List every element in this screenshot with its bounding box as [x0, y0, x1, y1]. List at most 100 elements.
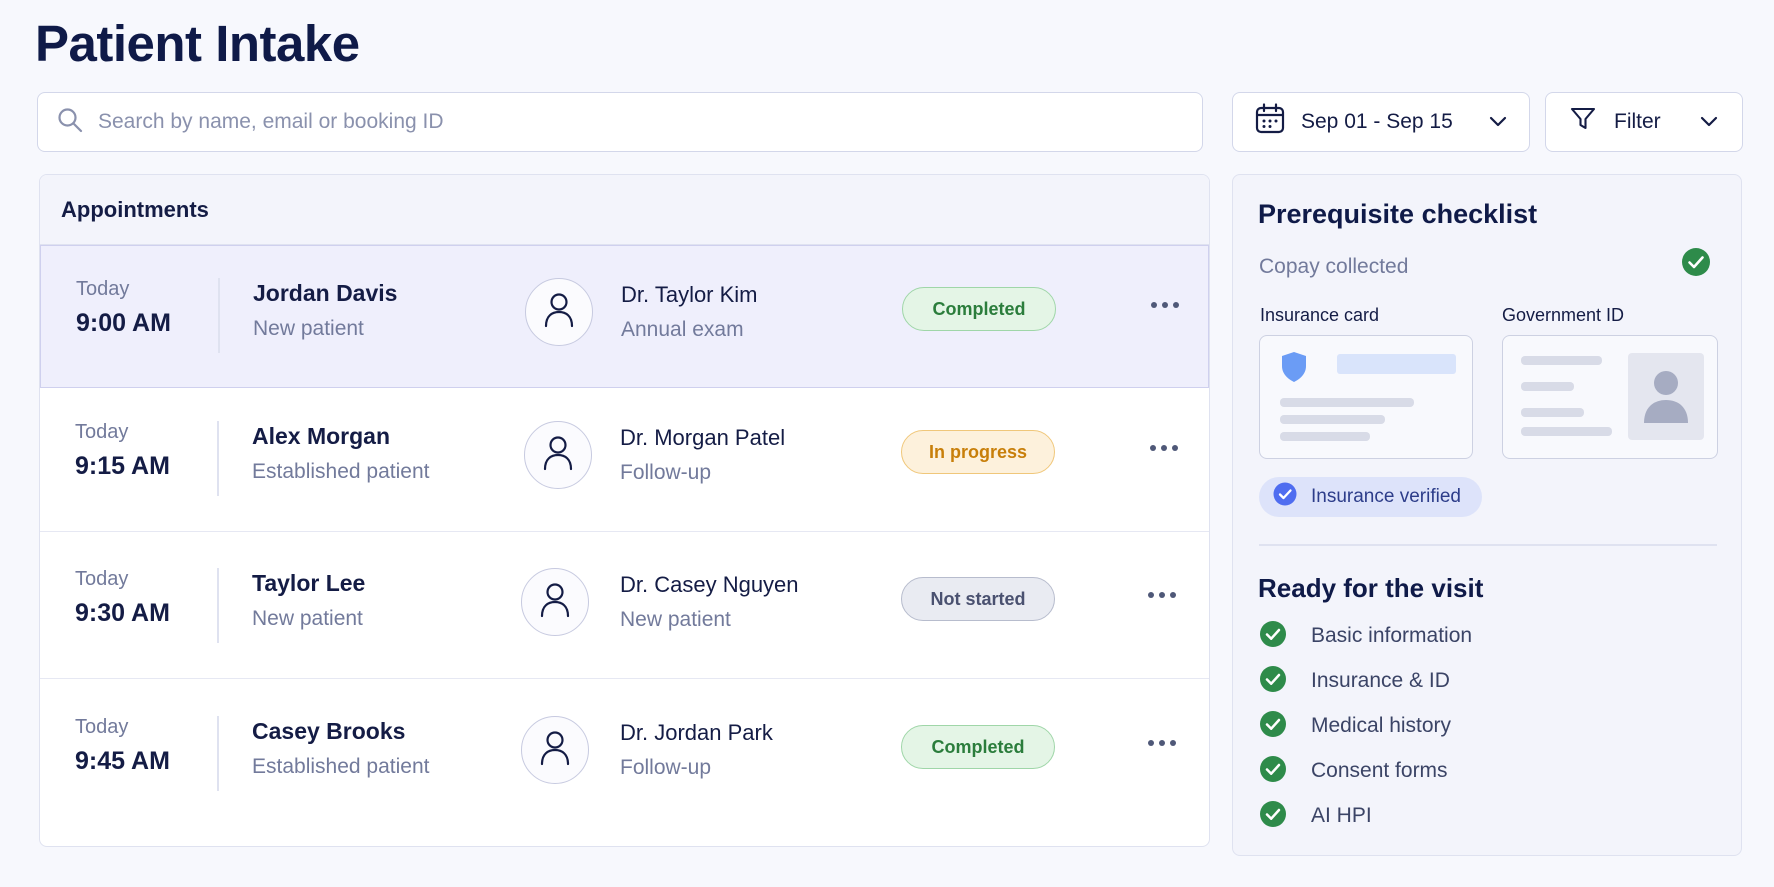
- patient-info: Alex Morgan Established patient: [252, 423, 429, 484]
- search-bar[interactable]: [37, 92, 1203, 152]
- appointment-day: Today: [75, 716, 129, 738]
- more-options-icon[interactable]: [1144, 439, 1184, 457]
- chevron-down-icon: [1489, 110, 1507, 134]
- more-options-icon[interactable]: [1142, 734, 1182, 752]
- status-badge: Completed: [901, 725, 1055, 769]
- appointment-time: Today 9:00 AM: [76, 278, 171, 338]
- check-circle-icon: [1259, 710, 1287, 743]
- patient-info: Casey Brooks Established patient: [252, 718, 429, 779]
- ready-item-label: AI HPI: [1311, 804, 1372, 827]
- search-input[interactable]: [98, 110, 1148, 134]
- prerequisite-checklist-panel: Prerequisite checklist Copay collected I…: [1232, 174, 1742, 856]
- row-divider: [217, 568, 219, 643]
- appointment-time: Today 9:15 AM: [75, 421, 170, 481]
- visit-type: Follow-up: [620, 461, 712, 484]
- ready-item: AI HPI: [1259, 800, 1372, 833]
- row-divider: [217, 716, 219, 791]
- doctor-name: Dr. Morgan Patel: [620, 425, 786, 450]
- patient-type: Established patient: [252, 755, 430, 778]
- appointments-table: Appointments Today 9:00 AM Jordan Davis New…: [39, 174, 1210, 847]
- visit-type: New patient: [620, 608, 731, 631]
- patient-name[interactable]: Casey Brooks: [252, 718, 429, 745]
- chevron-down-icon: [1700, 110, 1718, 134]
- person-icon: [538, 581, 572, 624]
- filter-icon: [1570, 106, 1596, 138]
- patient-type: Established patient: [252, 460, 430, 483]
- insurance-verified-badge: Insurance verified: [1259, 477, 1482, 517]
- government-id-image[interactable]: [1502, 335, 1718, 459]
- appointment-row[interactable]: Today 9:30 AM Taylor Lee New patient Dr. Cas…: [40, 536, 1209, 679]
- check-circle-icon: [1681, 247, 1711, 282]
- doctor-avatar: [521, 716, 589, 784]
- shield-icon: [1280, 351, 1308, 388]
- calendar-icon: [1255, 103, 1285, 141]
- patient-name[interactable]: Jordan Davis: [253, 280, 397, 307]
- doctor-info: Dr. Casey Nguyen New patient: [620, 572, 799, 632]
- doctor-avatar: [525, 278, 593, 346]
- doctor-name: Dr. Taylor Kim: [621, 282, 758, 307]
- ready-item: Consent forms: [1259, 755, 1448, 788]
- search-icon: [56, 106, 84, 139]
- person-icon: [542, 291, 576, 334]
- check-circle-icon: [1259, 755, 1287, 788]
- divider: [1259, 544, 1717, 546]
- patient-type: New patient: [253, 317, 364, 340]
- appointment-row[interactable]: Today 9:15 AM Alex Morgan Established patie…: [40, 389, 1209, 532]
- appointment-clock: 9:15 AM: [75, 452, 170, 480]
- appointment-time: Today 9:30 AM: [75, 568, 170, 628]
- checklist-title: Prerequisite checklist: [1258, 199, 1538, 229]
- visit-type: Follow-up: [620, 756, 712, 779]
- appointment-clock: 9:45 AM: [75, 747, 170, 775]
- ready-item: Basic information: [1259, 620, 1473, 653]
- status-badge: Not started: [901, 577, 1055, 621]
- appointment-clock: 9:00 AM: [76, 309, 171, 337]
- doctor-avatar: [524, 421, 592, 489]
- appointment-day: Today: [75, 568, 129, 590]
- patient-name[interactable]: Alex Morgan: [252, 423, 429, 450]
- check-circle-icon: [1259, 620, 1287, 653]
- ready-item: Insurance & ID: [1259, 665, 1450, 698]
- appointment-row[interactable]: Today 9:45 AM Casey Brooks Established pati…: [40, 684, 1209, 827]
- date-range-picker[interactable]: Sep 01 - Sep 15: [1232, 92, 1530, 152]
- row-divider: [218, 278, 220, 353]
- ready-item-label: Insurance & ID: [1311, 669, 1450, 692]
- row-divider: [217, 421, 219, 496]
- appointment-day: Today: [76, 278, 130, 300]
- insurance-verified-label: Insurance verified: [1311, 486, 1461, 507]
- id-photo-placeholder: [1628, 353, 1704, 440]
- filter-dropdown[interactable]: Filter: [1545, 92, 1743, 152]
- visit-type: Annual exam: [621, 318, 744, 341]
- ready-item-label: Basic information: [1311, 624, 1473, 647]
- appointments-heading: Appointments: [40, 175, 1209, 245]
- more-options-icon[interactable]: [1145, 296, 1185, 314]
- copay-label: Copay collected: [1259, 255, 1409, 278]
- appointment-time: Today 9:45 AM: [75, 716, 170, 776]
- doctor-avatar: [521, 568, 589, 636]
- doctor-name: Dr. Casey Nguyen: [620, 572, 799, 597]
- check-circle-icon: [1259, 665, 1287, 698]
- status-badge: In progress: [901, 430, 1055, 474]
- person-icon: [541, 434, 575, 477]
- more-options-icon[interactable]: [1142, 586, 1182, 604]
- patient-type: New patient: [252, 607, 363, 630]
- appointment-clock: 9:30 AM: [75, 599, 170, 627]
- doctor-info: Dr. Morgan Patel Follow-up: [620, 425, 785, 485]
- person-icon: [538, 729, 572, 772]
- patient-info: Jordan Davis New patient: [253, 280, 397, 341]
- appointment-row[interactable]: Today 9:00 AM Jordan Davis New patient Dr. T…: [40, 245, 1209, 388]
- status-badge: Completed: [902, 287, 1056, 331]
- appointment-day: Today: [75, 421, 129, 443]
- check-circle-icon: [1273, 482, 1297, 512]
- check-circle-icon: [1259, 800, 1287, 833]
- patient-name[interactable]: Taylor Lee: [252, 570, 365, 597]
- doctor-name: Dr. Jordan Park: [620, 720, 773, 745]
- ready-item-label: Consent forms: [1311, 759, 1448, 782]
- ready-item-label: Medical history: [1311, 714, 1452, 737]
- doctor-info: Dr. Jordan Park Follow-up: [620, 720, 773, 780]
- filter-label: Filter: [1614, 110, 1661, 133]
- ready-for-visit-title: Ready for the visit: [1258, 573, 1484, 603]
- insurance-card-image[interactable]: [1259, 335, 1473, 459]
- government-id-label: Government ID: [1502, 305, 1625, 325]
- patient-info: Taylor Lee New patient: [252, 570, 365, 631]
- insurance-card-label: Insurance card: [1260, 305, 1380, 325]
